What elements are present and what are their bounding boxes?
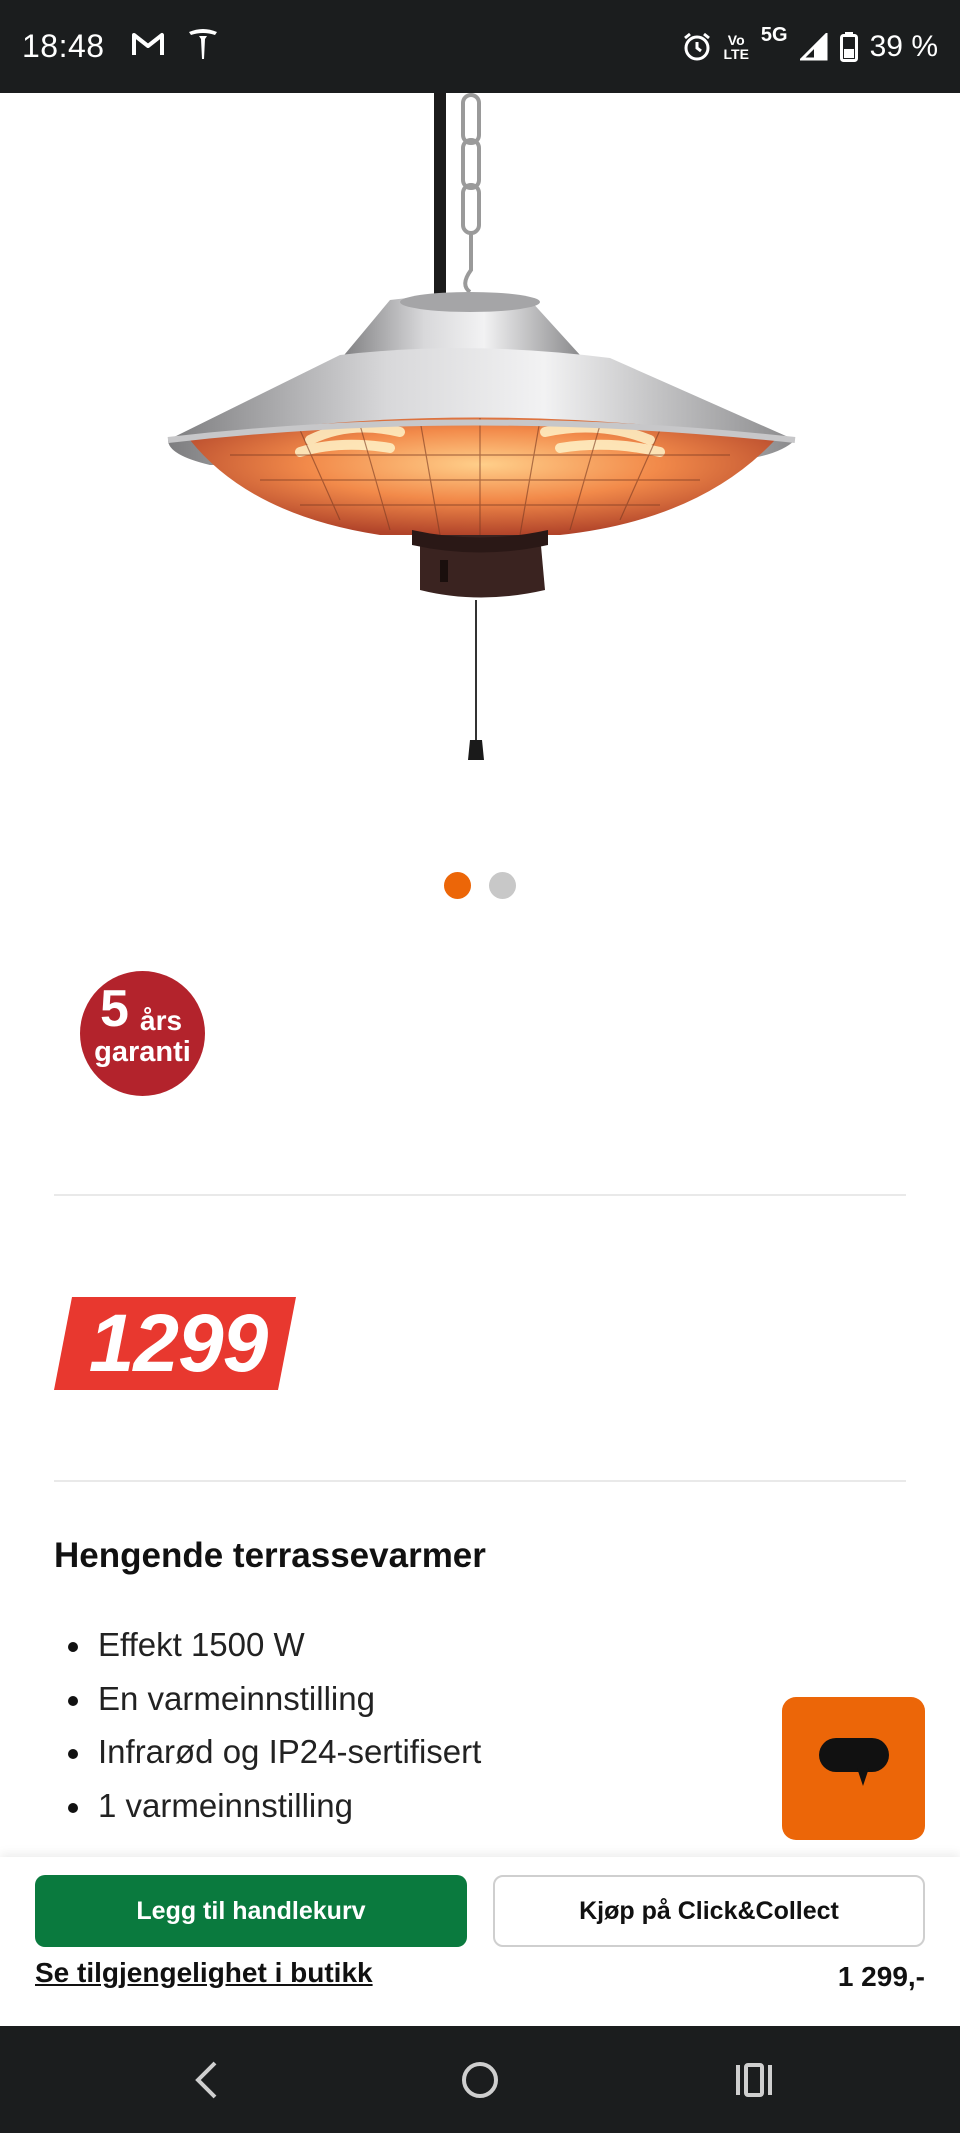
gallery-dot-1[interactable] bbox=[444, 872, 471, 899]
recents-icon[interactable] bbox=[724, 2050, 784, 2110]
summary-price: 1 299,- bbox=[837, 1961, 925, 1992]
gallery-pagination bbox=[0, 872, 960, 899]
tesla-icon bbox=[187, 27, 219, 66]
warranty-badge: 5 års garanti bbox=[80, 971, 205, 1096]
battery-percent: 39 % bbox=[869, 29, 938, 63]
back-icon[interactable] bbox=[176, 2050, 236, 2110]
price-value: 1299 bbox=[88, 1298, 268, 1389]
bottom-action-bar: Legg til handlekurv Kjøp på Click&Collec… bbox=[0, 1857, 960, 2026]
alarm-icon bbox=[682, 32, 712, 62]
product-title: Hengende terrassevarmer bbox=[54, 1536, 486, 1575]
store-availability-link[interactable]: Se tilgjengelighet i butikk bbox=[35, 1957, 373, 1989]
battery-icon bbox=[839, 31, 858, 62]
status-time: 18:48 bbox=[22, 28, 105, 64]
list-item: Effekt 1500 W bbox=[68, 1618, 481, 1672]
price-badge: 1299 bbox=[54, 1297, 296, 1390]
divider bbox=[54, 1194, 906, 1196]
list-item: 1 varmeinnstilling bbox=[68, 1779, 481, 1833]
list-item: En varmeinnstilling bbox=[68, 1672, 481, 1726]
add-to-cart-button[interactable]: Legg til handlekurv bbox=[35, 1875, 467, 1947]
gallery-dot-2[interactable] bbox=[489, 872, 516, 899]
feature-list: Effekt 1500 W En varmeinnstilling Infrar… bbox=[68, 1618, 481, 1832]
volte-icon: Vo LTE bbox=[723, 31, 749, 62]
status-bar: 18:48 Vo LTE 5G 39 % bbox=[0, 0, 960, 93]
divider bbox=[54, 1480, 906, 1482]
gmail-icon bbox=[131, 31, 165, 62]
chat-bubble-icon bbox=[818, 1738, 889, 1799]
network-5g-icon: 5G bbox=[760, 23, 788, 46]
signal-icon bbox=[799, 32, 828, 61]
hanging-patio-heater-image[interactable] bbox=[0, 93, 960, 833]
home-icon[interactable] bbox=[450, 2050, 510, 2110]
system-nav-bar bbox=[0, 2026, 960, 2133]
list-item: Infrarød og IP24-sertifisert bbox=[68, 1725, 481, 1779]
chat-button[interactable] bbox=[782, 1697, 925, 1840]
warranty-label: garanti bbox=[94, 1036, 191, 1068]
warranty-number: 5 bbox=[100, 980, 129, 1038]
click-collect-button[interactable]: Kjøp på Click&Collect bbox=[493, 1875, 925, 1947]
warranty-years: års bbox=[140, 1005, 183, 1036]
